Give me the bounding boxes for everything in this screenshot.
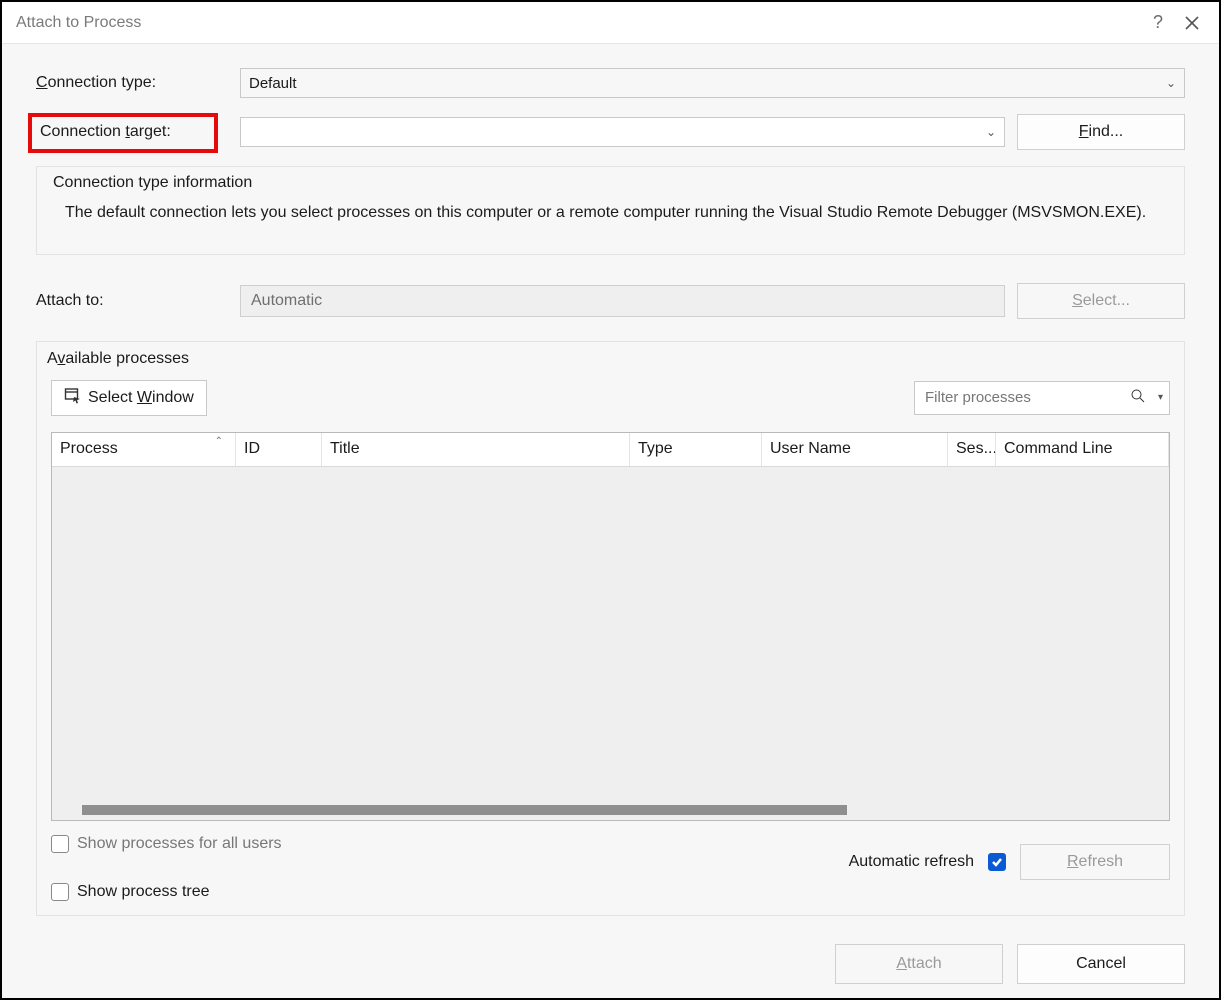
attach-to-row: Attach to: Automatic Select...: [36, 283, 1185, 319]
checkbox-icon: [51, 883, 69, 901]
find-button[interactable]: Find...: [1017, 114, 1185, 150]
col-title[interactable]: Title: [322, 433, 630, 466]
attach-to-label: Attach to:: [36, 292, 226, 310]
connection-type-row: Connection type: Default ⌄: [36, 68, 1185, 98]
connection-target-label: Connection target:: [36, 119, 226, 145]
process-grid: Process ⌃ ID Title Type User Name Ses...…: [51, 432, 1170, 821]
chevron-down-icon: ⌄: [1166, 76, 1176, 90]
cancel-button[interactable]: Cancel: [1017, 944, 1185, 984]
close-icon[interactable]: [1175, 6, 1209, 40]
connection-target-highlight: Connection target:: [28, 113, 218, 153]
connection-target-row: Connection target: ⌄ Find...: [36, 114, 1185, 150]
col-user-name[interactable]: User Name: [762, 433, 948, 466]
search-icon: [1130, 388, 1146, 408]
select-window-button[interactable]: Select Window: [51, 380, 207, 416]
show-process-tree-checkbox[interactable]: Show process tree: [51, 883, 282, 901]
attach-to-input: Automatic: [240, 285, 1005, 317]
show-all-users-checkbox[interactable]: Show processes for all users: [51, 835, 282, 853]
filter-placeholder: Filter processes: [925, 389, 1124, 406]
automatic-refresh-checkbox[interactable]: [988, 853, 1006, 871]
grid-body[interactable]: [52, 467, 1169, 800]
process-toolbar: Select Window Filter processes ▾: [51, 380, 1170, 416]
connection-type-label: Connection type:: [36, 74, 226, 92]
connection-type-info-legend: Connection type information: [53, 175, 1168, 191]
help-icon[interactable]: ?: [1141, 6, 1175, 40]
col-id[interactable]: ID: [236, 433, 322, 466]
connection-type-select[interactable]: Default ⌄: [240, 68, 1185, 98]
col-command-line[interactable]: Command Line: [996, 433, 1169, 466]
select-button[interactable]: Select...: [1017, 283, 1185, 319]
automatic-refresh-label: Automatic refresh: [849, 853, 974, 871]
connection-type-value: Default: [249, 75, 297, 92]
col-session[interactable]: Ses...: [948, 433, 996, 466]
sort-asc-icon: ⌃: [215, 436, 223, 447]
process-footer-row: Show processes for all users Show proces…: [51, 823, 1170, 901]
window-title: Attach to Process: [16, 14, 1141, 32]
grid-header: Process ⌃ ID Title Type User Name Ses...…: [52, 433, 1169, 467]
col-process[interactable]: Process ⌃: [52, 433, 236, 466]
connection-type-info-group: Connection type information The default …: [36, 166, 1185, 255]
titlebar: Attach to Process ?: [2, 2, 1219, 44]
attach-to-value: Automatic: [251, 292, 322, 310]
horizontal-scrollbar[interactable]: [52, 800, 1169, 820]
dialog-footer: Attach Cancel: [36, 944, 1185, 984]
attach-button[interactable]: Attach: [835, 944, 1003, 984]
checkbox-icon: [51, 835, 69, 853]
available-processes-label: Available processes: [47, 350, 1170, 368]
connection-target-combo[interactable]: ⌄: [240, 117, 1005, 147]
dialog-body: Connection type: Default ⌄ Connection ta…: [2, 44, 1219, 998]
attach-to-process-dialog: Attach to Process ? Connection type: Def…: [0, 0, 1221, 1000]
filter-processes-input[interactable]: Filter processes ▾: [914, 381, 1170, 415]
refresh-button[interactable]: Refresh: [1020, 844, 1170, 880]
connection-type-info-desc: The default connection lets you select p…: [53, 201, 1168, 226]
chevron-down-icon[interactable]: ▾: [1152, 392, 1163, 403]
col-type[interactable]: Type: [630, 433, 762, 466]
available-processes-group: Available processes Select Window Filter…: [36, 341, 1185, 916]
chevron-down-icon: ⌄: [986, 125, 996, 139]
scrollbar-thumb[interactable]: [82, 805, 847, 815]
target-window-icon: [64, 386, 82, 409]
